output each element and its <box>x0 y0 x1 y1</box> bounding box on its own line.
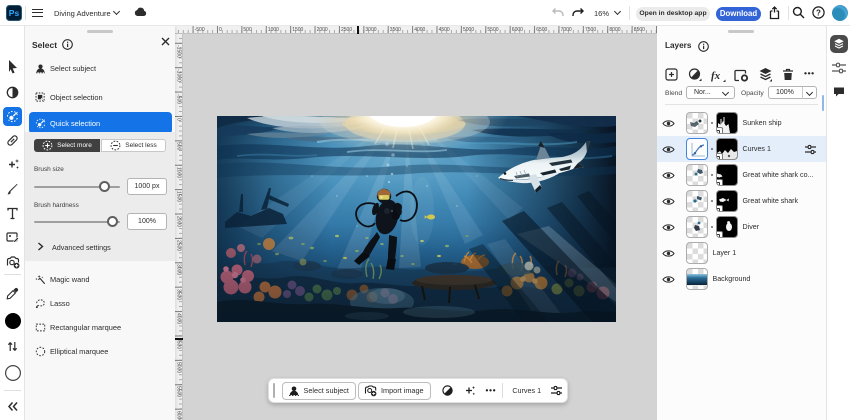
svg-text:fx: fx <box>711 70 721 82</box>
svg-text:?: ? <box>816 8 821 17</box>
